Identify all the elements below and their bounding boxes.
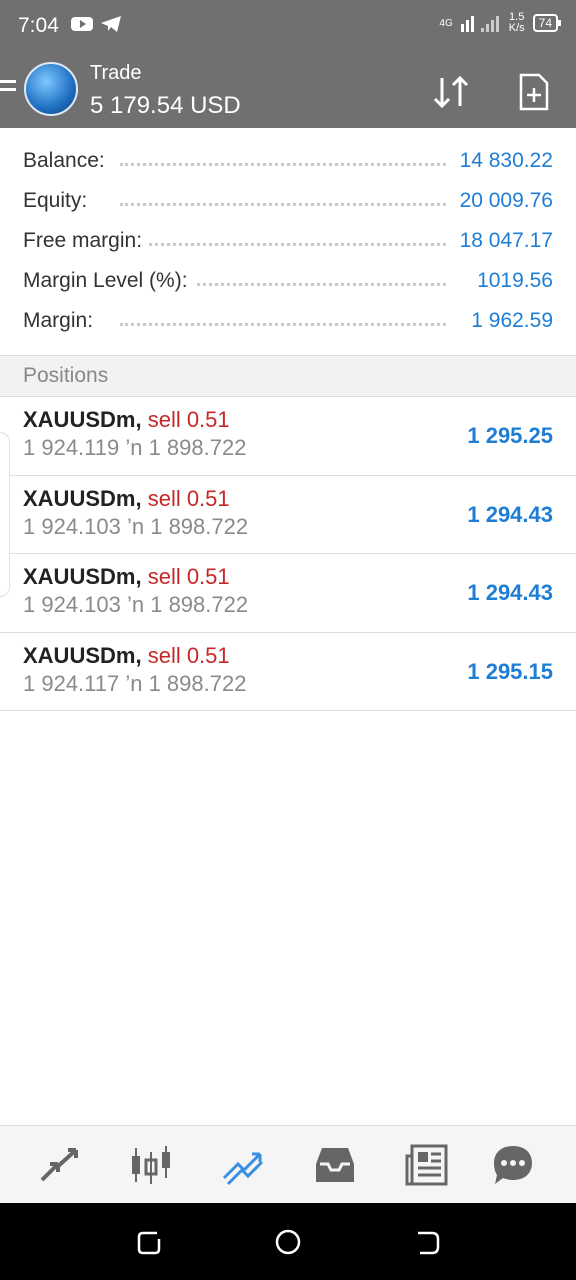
nav-chart[interactable] [128,1142,174,1188]
summary-value: 18 047.17 [451,229,553,253]
nav-news[interactable] [404,1142,450,1188]
nav-chat[interactable] [490,1142,536,1188]
position-row[interactable]: XAUUSDm, sell 0.51 1 924.119 ’n 1 898.72… [0,397,576,476]
speed-unit: K/s [508,22,525,34]
positions-list: XAUUSDm, sell 0.51 1 924.119 ’n 1 898.72… [0,397,576,711]
home-icon[interactable] [273,1227,303,1257]
system-nav [0,1203,576,1280]
position-prices: 1 924.103 ’n 1 898.722 [23,592,249,617]
position-row[interactable]: XAUUSDm, sell 0.51 1 924.103 ’n 1 898.72… [0,476,576,554]
position-symbol: XAUUSDm, [23,485,142,511]
notification-icons [70,14,122,34]
recents-icon[interactable] [135,1227,165,1257]
section-title: Positions [23,364,109,387]
position-symbol: XAUUSDm, [23,407,142,432]
nav-trade[interactable] [220,1142,266,1188]
chat-icon [494,1146,532,1184]
dot-leader [120,243,446,246]
position-title: XAUUSDm, sell 0.51 [23,643,230,669]
position-symbol: XAUUSDm, [23,642,142,668]
position-type: sell 0.51 [147,564,230,589]
news-icon [405,1144,448,1186]
youtube-icon [71,17,93,31]
telegram-icon [101,16,121,32]
summary-row-equity: Equity: 20 009.76 [0,181,576,221]
summary-label: Margin Level (%): [23,269,194,293]
network-label: 4G [439,17,453,29]
summary-value: 1019.56 [469,269,553,293]
summary-row-margin: Margin: 1 962.59 [0,301,576,341]
back-icon[interactable] [412,1227,442,1257]
position-profit: 1 294.43 [467,580,553,605]
position-title: XAUUSDm, sell 0.51 [23,564,230,590]
position-type: sell 0.51 [147,485,230,511]
chart-icon [132,1146,170,1184]
position-profit: 1 294.43 [467,501,553,527]
history-icon [316,1148,354,1182]
menu-icon[interactable] [0,80,16,100]
position-prices: 1 924.117 ’n 1 898.722 [23,670,247,696]
position-profit: 1 295.25 [467,423,553,448]
page-title: Trade [90,62,142,84]
nav-history[interactable] [312,1142,358,1188]
summary-row-balance: Balance: 14 830.22 [0,141,576,181]
battery-icon: 74 [532,14,562,32]
summary-value: 1 962.59 [463,309,553,333]
trade-icon [222,1152,264,1186]
bottom-nav [0,1125,576,1203]
position-title: XAUUSDm, sell 0.51 [23,486,230,512]
summary-label: Margin: [23,309,100,333]
summary-value: 14 830.22 [451,149,553,173]
signal-icon [460,16,499,32]
summary-row-margin-level: Margin Level (%): 1019.56 [0,261,576,301]
net-speed: 1.5 K/s [509,12,525,34]
nav-quotes[interactable] [36,1142,82,1188]
side-panel-handle[interactable] [0,432,10,597]
dot-leader [120,163,446,166]
position-prices: 1 924.119 ’n 1 898.722 [23,435,247,460]
sort-icon[interactable] [430,72,474,112]
summary-label: Equity: [23,189,94,213]
position-row[interactable]: XAUUSDm, sell 0.51 1 924.117 ’n 1 898.72… [0,633,576,711]
position-type: sell 0.51 [147,407,230,432]
app-logo [24,62,78,116]
summary-label: Balance: [23,149,111,173]
status-time: 7:04 [18,14,59,37]
account-summary: Balance: 14 830.22 Equity: 20 009.76 Fre… [0,141,576,341]
dot-leader [120,323,446,326]
dot-leader [120,203,446,206]
status-right: 4G 1.5 K/s 74 [439,12,562,34]
new-order-icon[interactable] [518,72,550,112]
position-type: sell 0.51 [147,642,230,668]
header-balance: 5 179.54 USD [90,92,241,119]
summary-label: Free margin: [23,229,149,253]
positions-header: Positions [0,355,576,397]
summary-row-free-margin: Free margin: 18 047.17 [0,221,576,261]
position-row[interactable]: XAUUSDm, sell 0.51 1 924.103 ’n 1 898.72… [0,554,576,633]
summary-value: 20 009.76 [451,189,553,213]
position-title: XAUUSDm, sell 0.51 [23,407,230,433]
status-bar: 7:04 4G 1.5 K/s 74 [0,0,576,52]
position-profit: 1 295.15 [467,658,553,684]
quotes-icon [40,1148,78,1182]
position-symbol: XAUUSDm, [23,564,142,589]
app-bar: Trade 5 179.54 USD [0,52,576,128]
position-prices: 1 924.103 ’n 1 898.722 [23,513,249,539]
